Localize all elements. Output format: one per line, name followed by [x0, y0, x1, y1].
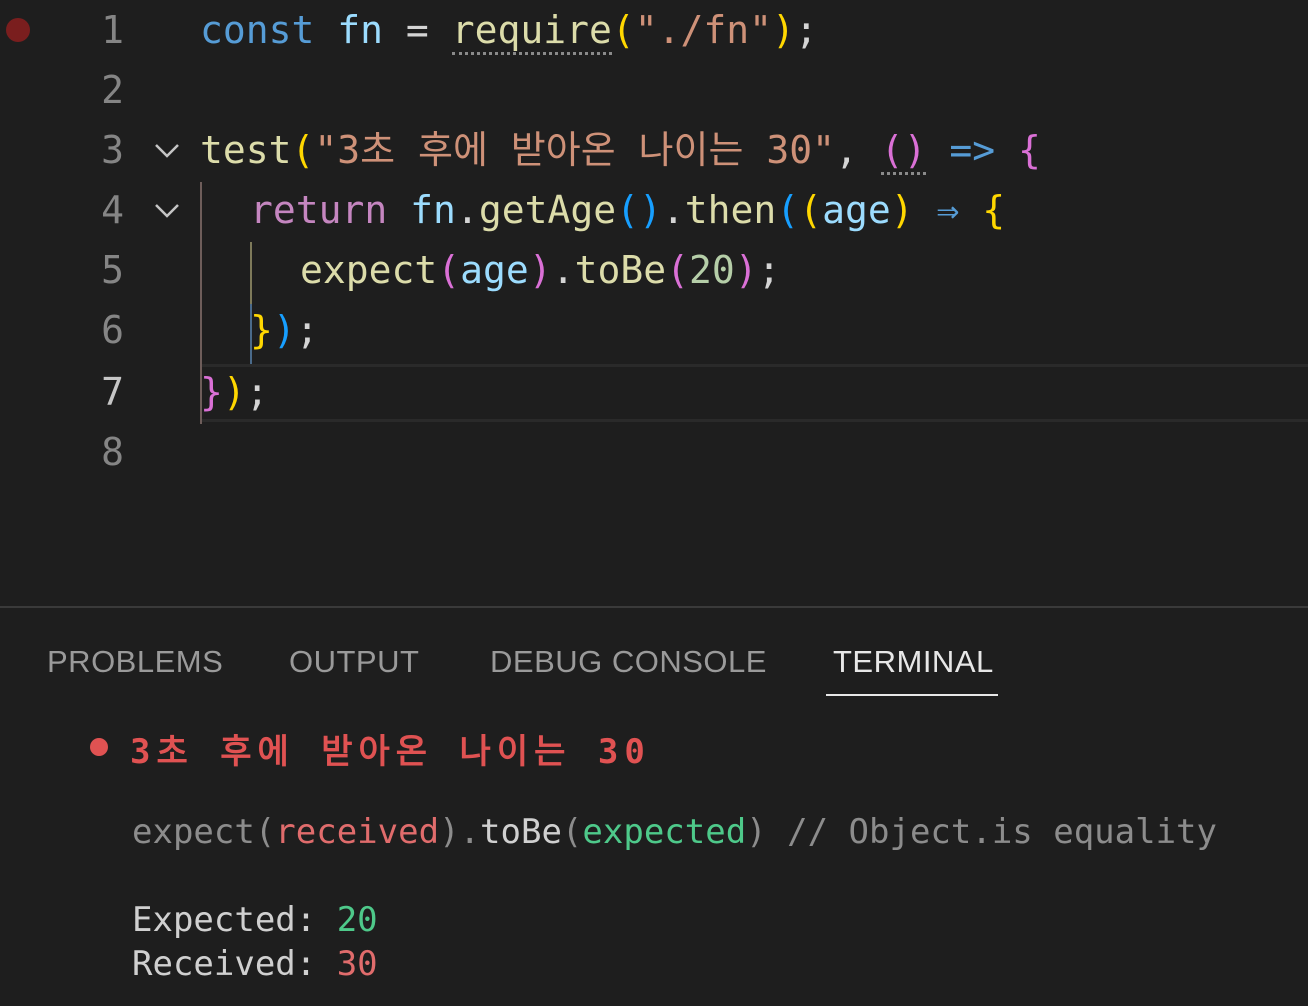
token-function: then — [684, 188, 777, 232]
code-editor[interactable]: 1 const fn = require("./fn"); 2 3 test("… — [0, 0, 1308, 606]
token-number: 20 — [689, 248, 735, 292]
token-punct: . — [455, 188, 479, 232]
fail-dot-icon — [90, 738, 108, 756]
token-function: getAge — [478, 188, 617, 232]
token-function: toBe — [574, 248, 667, 292]
line-number: 5 — [101, 248, 124, 292]
token-bracket: } — [250, 308, 273, 352]
token-bracket: ) — [222, 370, 246, 414]
code-line-5[interactable]: 5 expect(age).toBe(20); — [0, 240, 1308, 300]
token-bracket: { — [1018, 128, 1041, 172]
token-bracket: ) — [734, 248, 758, 292]
token-bracket: ) — [772, 8, 795, 52]
assertion-line: expect(received).toBe(expected) // Objec… — [132, 812, 1217, 852]
assert-expect: expect( — [132, 812, 276, 852]
line-number: 2 — [101, 68, 124, 112]
token-param: age — [822, 188, 891, 232]
line-number: 1 — [101, 8, 124, 52]
tab-output[interactable]: OUTPUT — [289, 644, 419, 680]
active-tab-indicator — [826, 694, 998, 696]
assert-expected: expected — [582, 812, 747, 852]
token-keyword: const — [200, 8, 315, 52]
received-label: Received: — [132, 944, 337, 984]
token-bracket: } — [200, 370, 223, 414]
token-bracket: ( — [611, 8, 635, 52]
received-value: 30 — [336, 944, 378, 984]
code-line-2[interactable]: 2 — [0, 60, 1308, 120]
code-text[interactable]: test("3초 후에 받아온 나이는 30", () => { — [200, 120, 1041, 180]
expected-label: Expected: — [132, 900, 337, 940]
assert-matcher: toBe — [480, 812, 562, 852]
bottom-panel: PROBLEMS OUTPUT DEBUG CONSOLE TERMINAL 3… — [0, 606, 1308, 1006]
token-function: expect — [300, 248, 438, 292]
token-variable: age — [460, 248, 529, 292]
tab-terminal[interactable]: TERMINAL — [833, 644, 994, 680]
token-function: require — [451, 8, 612, 55]
token-bracket: ( — [437, 248, 461, 292]
token-punct: . — [661, 188, 685, 232]
code-line-8[interactable]: 8 — [0, 422, 1308, 482]
code-line-7[interactable]: 7 }); — [0, 362, 1308, 422]
token-punct: ; — [757, 248, 781, 292]
code-text[interactable]: return fn.getAge().then((age) ⇒ { — [250, 180, 1005, 240]
panel-tabs: PROBLEMS OUTPUT DEBUG CONSOLE TERMINAL — [0, 608, 1308, 698]
token-string: "3초 후에 받아온 나이는 30" — [314, 128, 835, 172]
code-text[interactable]: expect(age).toBe(20); — [300, 240, 781, 300]
code-text[interactable]: }); — [250, 300, 319, 360]
assert-punct: ) — [439, 812, 460, 852]
tab-problems[interactable]: PROBLEMS — [47, 644, 223, 680]
expected-value: 20 — [336, 900, 378, 940]
line-number: 7 — [101, 370, 124, 414]
expected-line: Expected: 20 — [132, 900, 378, 940]
token-punct: ; — [295, 308, 319, 352]
tab-debug-console[interactable]: DEBUG CONSOLE — [490, 644, 767, 680]
token-punct: ; — [245, 370, 269, 414]
token-bracket: () — [616, 188, 662, 232]
token-variable: fn — [410, 188, 456, 232]
token-bracket: () — [880, 128, 927, 175]
token-bracket: ) — [528, 248, 552, 292]
token-punct: ; — [794, 8, 818, 52]
received-line: Received: 30 — [132, 944, 378, 984]
assert-punct: . — [459, 812, 481, 852]
token-bracket: ( — [776, 188, 800, 232]
token-function: test — [200, 128, 292, 172]
test-fail-title: 3초 후에 받아온 나이는 30 — [130, 732, 651, 772]
token-bracket: ( — [799, 188, 823, 232]
token-punct: , — [834, 128, 881, 172]
line-number: 3 — [101, 128, 124, 172]
breakpoint-icon[interactable] — [6, 18, 30, 42]
line-number: 4 — [101, 188, 124, 232]
code-line-1[interactable]: 1 const fn = require("./fn"); — [0, 0, 1308, 60]
token-variable: fn — [337, 8, 384, 52]
assert-punct: ) — [746, 812, 767, 852]
token-bracket: { — [982, 188, 1006, 232]
code-text[interactable]: }); — [200, 362, 269, 422]
code-text[interactable]: const fn = require("./fn"); — [200, 0, 818, 60]
token-string: "./fn" — [634, 8, 773, 52]
code-line-3[interactable]: 3 test("3초 후에 받아온 나이는 30", () => { — [0, 120, 1308, 180]
token-punct: . — [551, 248, 575, 292]
token-arrow: => — [926, 128, 1018, 172]
token-bracket: ( — [291, 128, 315, 172]
token-arrow: ⇒ — [913, 188, 983, 232]
token-bracket: ) — [272, 308, 296, 352]
code-line-4[interactable]: 4 return fn.getAge().then((age) ⇒ { — [0, 180, 1308, 240]
chevron-down-icon[interactable] — [152, 136, 182, 166]
token-bracket: ) — [890, 188, 914, 232]
line-number: 6 — [101, 308, 124, 352]
code-line-6[interactable]: 6 }); — [0, 300, 1308, 360]
line-number: 8 — [101, 430, 124, 474]
token-operator: = — [383, 8, 452, 52]
assert-punct: ( — [561, 812, 583, 852]
assert-received: received — [275, 812, 440, 852]
token-bracket: ( — [666, 248, 689, 292]
token-keyword: return — [250, 188, 388, 232]
chevron-down-icon[interactable] — [152, 196, 182, 226]
assert-comment: // Object.is equality — [766, 812, 1217, 852]
